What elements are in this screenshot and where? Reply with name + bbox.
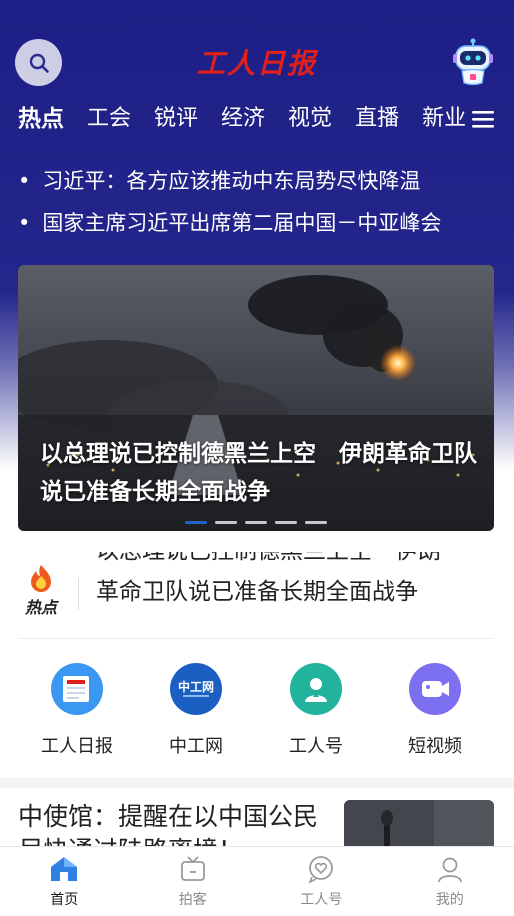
- tab-new-industry[interactable]: 新业: [422, 102, 466, 142]
- zhonggongwang-icon: 中工网: [170, 663, 222, 715]
- svg-text:中工网: 中工网: [178, 679, 214, 694]
- tab-union[interactable]: 工会: [87, 102, 131, 142]
- tab-hot[interactable]: 热点: [18, 102, 64, 142]
- robot-icon[interactable]: [450, 38, 496, 86]
- tab-commentary[interactable]: 锐评: [154, 102, 198, 142]
- nav-label: 拍客: [129, 889, 258, 909]
- quick-link-cwn[interactable]: 中工网 中工网: [136, 660, 256, 758]
- hot-news-text: 革命卫队说已准备长期全面战争: [96, 572, 418, 606]
- newspaper-icon: [51, 663, 103, 715]
- worker-account-icon: [290, 663, 342, 715]
- carousel-dot[interactable]: [215, 521, 237, 524]
- banner-carousel[interactable]: 以总理说已控制德黑兰上空 伊朗革命卫队说已准备长期全面战争: [18, 265, 494, 531]
- user-icon: [435, 855, 465, 883]
- tab-visual[interactable]: 视觉: [288, 102, 332, 142]
- video-camera-icon: [409, 663, 461, 715]
- headline-item[interactable]: 国家主席习近平出席第二届中国－中亚峰会: [18, 202, 498, 244]
- carousel-dot[interactable]: [305, 521, 327, 524]
- tv-icon: [178, 855, 208, 883]
- carousel-dot[interactable]: [185, 521, 207, 524]
- carousel-dot[interactable]: [245, 521, 267, 524]
- quick-links: 工人日报 中工网 中工网 工人号 短视频: [0, 660, 514, 760]
- carousel-dots: [185, 521, 327, 524]
- channel-tabs: 热点 工会 锐评 经济 视觉 直播 新业: [18, 102, 468, 142]
- quick-link-worker-account[interactable]: 工人号: [256, 660, 376, 758]
- heart-chat-icon: [306, 855, 336, 883]
- menu-icon[interactable]: [472, 109, 494, 129]
- nav-paike[interactable]: 拍客: [129, 847, 258, 916]
- headline-item[interactable]: 习近平：各方应该推动中东局势尽快降温: [18, 160, 498, 202]
- section-divider: [0, 778, 514, 788]
- quick-link-label: 中工网: [136, 732, 256, 758]
- nav-home[interactable]: 首页: [0, 847, 129, 916]
- hot-news-ticker[interactable]: 热点 以总理说已控制德黑兰上空 伊朗 革命卫队说已准备长期全面战争: [18, 552, 494, 639]
- news-image: [344, 800, 494, 850]
- nav-label: 工人号: [257, 889, 386, 909]
- tab-economy[interactable]: 经济: [221, 102, 265, 142]
- home-icon: [49, 855, 79, 883]
- quick-link-label: 工人号: [256, 732, 376, 758]
- quick-link-workers-daily[interactable]: 工人日报: [17, 660, 137, 758]
- tab-live[interactable]: 直播: [355, 102, 399, 142]
- app-logo: 工人日报: [0, 42, 514, 82]
- hot-logo: 热点: [18, 564, 64, 620]
- hot-logo-label: 热点: [18, 594, 64, 618]
- headline-list: 习近平：各方应该推动中东局势尽快降温 国家主席习近平出席第二届中国－中亚峰会: [18, 160, 498, 244]
- quick-link-short-video[interactable]: 短视频: [375, 660, 495, 758]
- bottom-navigation: 首页 拍客 工人号 我的: [0, 846, 514, 916]
- hot-divider: [78, 578, 79, 610]
- nav-label: 我的: [386, 889, 514, 909]
- flame-icon: [28, 564, 54, 592]
- hot-previous-line: 以总理说已控制德黑兰上空 伊朗: [96, 552, 441, 565]
- quick-link-label: 短视频: [375, 732, 495, 758]
- nav-mine[interactable]: 我的: [386, 847, 514, 916]
- carousel-dot[interactable]: [275, 521, 297, 524]
- banner-title: 以总理说已控制德黑兰上空 伊朗革命卫队说已准备长期全面战争: [40, 435, 480, 511]
- nav-label: 首页: [0, 889, 129, 909]
- news-thumbnail[interactable]: [344, 800, 494, 850]
- quick-link-label: 工人日报: [17, 732, 137, 758]
- nav-worker-account[interactable]: 工人号: [257, 847, 386, 916]
